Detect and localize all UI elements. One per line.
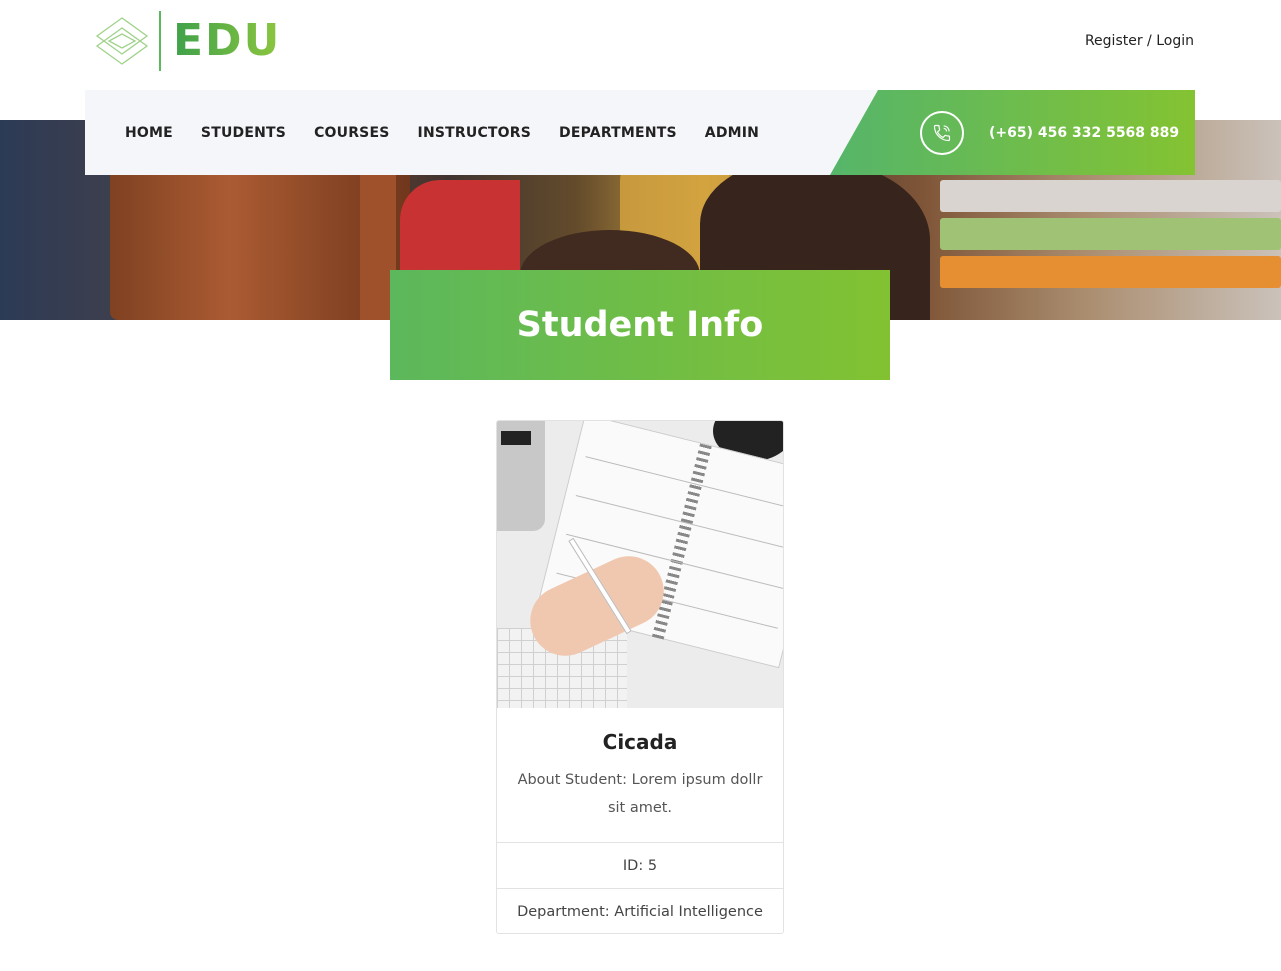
student-about: About Student: Lorem ipsum dollr sit ame…	[517, 772, 763, 816]
nav-item-home[interactable]: HOME	[125, 125, 173, 141]
nav-item-courses[interactable]: COURSES	[314, 125, 389, 141]
main-nav: HOME STUDENTS COURSES INSTRUCTORS DEPART…	[85, 90, 1195, 175]
phone-icon	[920, 110, 964, 155]
nav-menu: HOME STUDENTS COURSES INSTRUCTORS DEPART…	[85, 125, 759, 141]
page: EDU Register / Login HOME STUDENTS COURS…	[0, 0, 1281, 971]
page-title-banner: Student Info	[390, 270, 890, 380]
card-body: Cicada About Student: Lorem ipsum dollr …	[497, 708, 783, 842]
page-title: Student Info	[516, 305, 764, 345]
logo-divider	[159, 11, 161, 71]
student-card: Cicada About Student: Lorem ipsum dollr …	[496, 420, 784, 934]
nav-item-students[interactable]: STUDENTS	[201, 125, 286, 141]
student-photo	[497, 421, 783, 708]
phone-number[interactable]: (+65) 456 332 5568 889	[989, 125, 1179, 141]
auth-links: Register / Login	[1085, 33, 1194, 49]
nav-item-admin[interactable]: ADMIN	[705, 125, 759, 141]
auth-separator: /	[1142, 33, 1157, 49]
register-link[interactable]: Register	[1085, 33, 1143, 49]
photo-laptop	[497, 421, 545, 531]
login-link[interactable]: Login	[1156, 33, 1194, 49]
nav-item-instructors[interactable]: INSTRUCTORS	[418, 125, 532, 141]
nav-item-departments[interactable]: DEPARTMENTS	[559, 125, 677, 141]
site-logo[interactable]: EDU	[95, 10, 281, 72]
logo-diamond-icon	[95, 17, 149, 65]
student-department: Department: Artificial Intelligence	[497, 888, 783, 933]
logo-text: EDU	[173, 15, 282, 66]
student-name: Cicada	[602, 730, 678, 754]
student-id: ID: 5	[497, 842, 783, 888]
contact-phone-block: (+65) 456 332 5568 889	[830, 90, 1195, 175]
